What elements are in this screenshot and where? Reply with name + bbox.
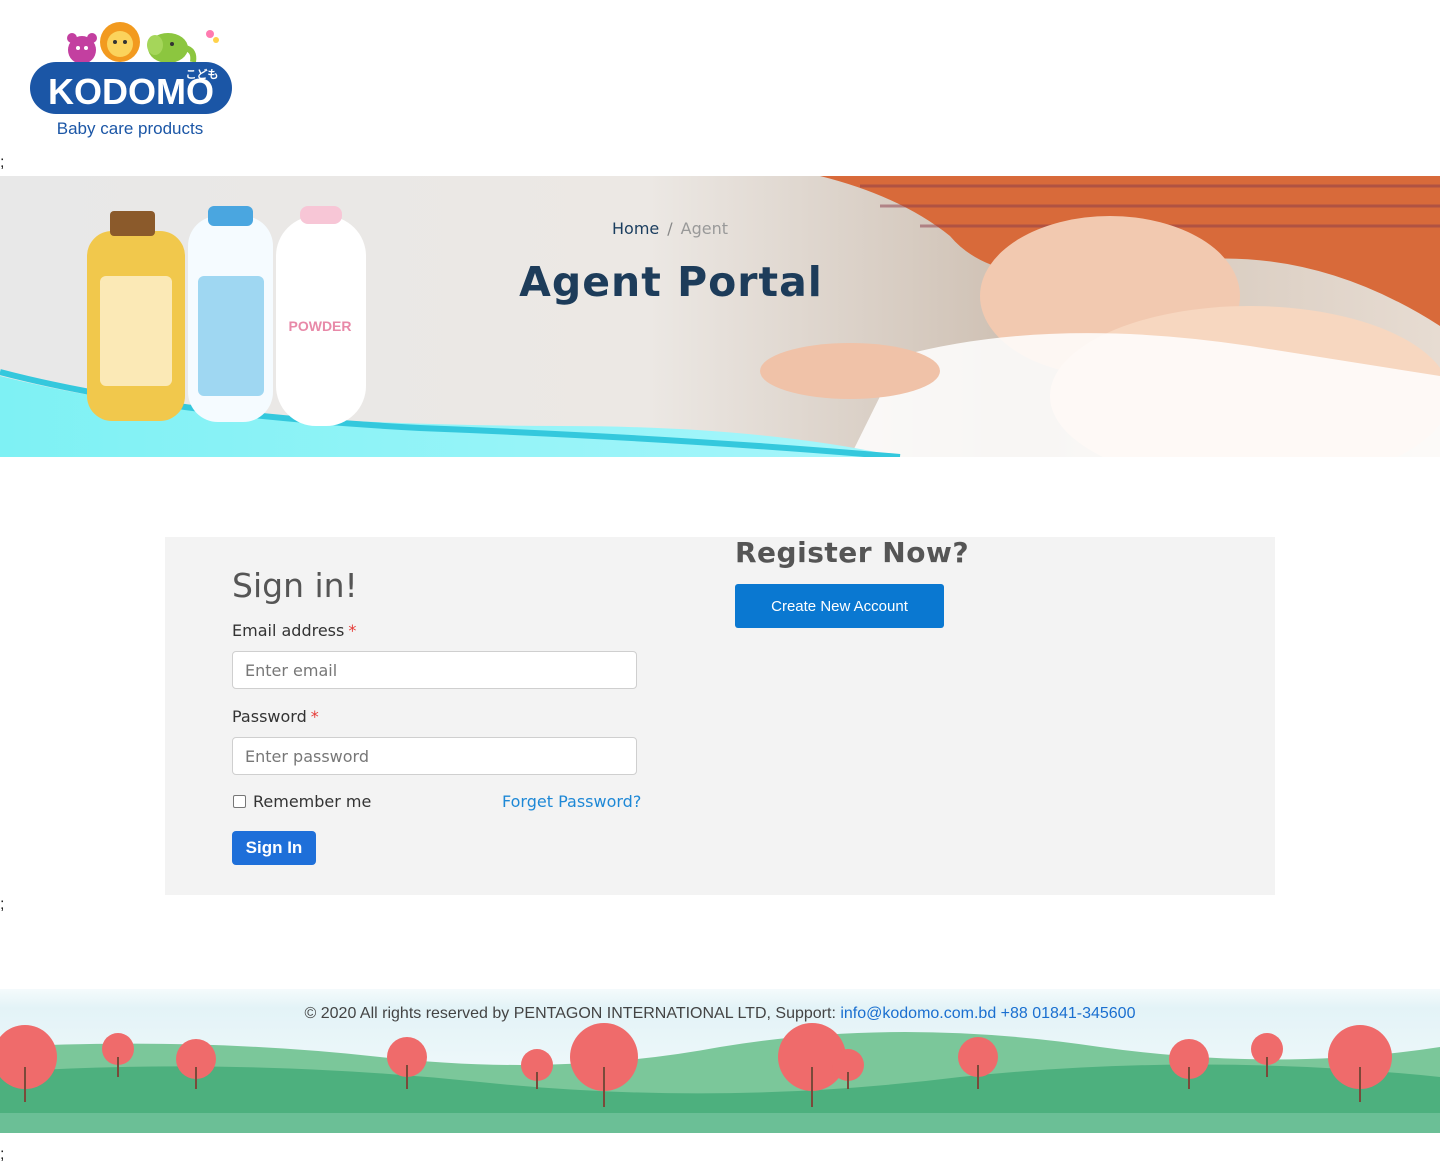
remember-me-label[interactable]: Remember me — [253, 792, 371, 811]
support-phone-link[interactable]: +88 01841-345600 — [1001, 1005, 1136, 1022]
required-marker: * — [348, 621, 357, 640]
support-email-link[interactable]: info@kodomo.com.bd — [840, 1005, 996, 1022]
site-footer — [0, 977, 1440, 1133]
kodomo-logo[interactable]: KODOMO こども Baby care products — [30, 12, 232, 140]
copyright-text: © 2020 All rights reserved by PENTAGON I… — [304, 1005, 1136, 1022]
svg-text:Baby care products: Baby care products — [57, 119, 203, 138]
create-account-button[interactable]: Create New Account — [735, 584, 944, 628]
breadcrumb: Home / Agent — [0, 219, 1340, 238]
product-bottles: POWDER — [87, 206, 366, 426]
password-input[interactable] — [232, 737, 637, 775]
page-title: Agent Portal — [519, 258, 823, 306]
breadcrumb-separator: / — [667, 219, 673, 238]
breadcrumb-home-link[interactable]: Home — [612, 219, 659, 238]
stray-semicolon: ; — [0, 1146, 5, 1163]
required-marker: * — [310, 707, 319, 726]
stray-semicolon: ; — [0, 154, 5, 171]
password-label: Password * — [232, 707, 319, 726]
remember-me-checkbox[interactable] — [233, 795, 246, 808]
mascot-illustration — [67, 22, 219, 64]
remember-me-row: Remember me — [232, 792, 371, 811]
forgot-password-link[interactable]: Forget Password? — [502, 792, 641, 811]
sign-in-button[interactable]: Sign In — [232, 831, 316, 865]
site-header: KODOMO こども Baby care products — [0, 0, 1440, 150]
signin-heading: Sign in! — [232, 566, 358, 605]
svg-text:POWDER: POWDER — [289, 318, 352, 334]
email-label: Email address * — [232, 621, 357, 640]
breadcrumb-current: Agent — [680, 219, 728, 238]
email-input[interactable] — [232, 651, 637, 689]
footer-landscape — [0, 977, 1440, 1133]
stray-semicolon: ; — [0, 896, 5, 913]
svg-text:こども: こども — [186, 68, 219, 81]
register-heading: Register Now? — [735, 536, 970, 569]
